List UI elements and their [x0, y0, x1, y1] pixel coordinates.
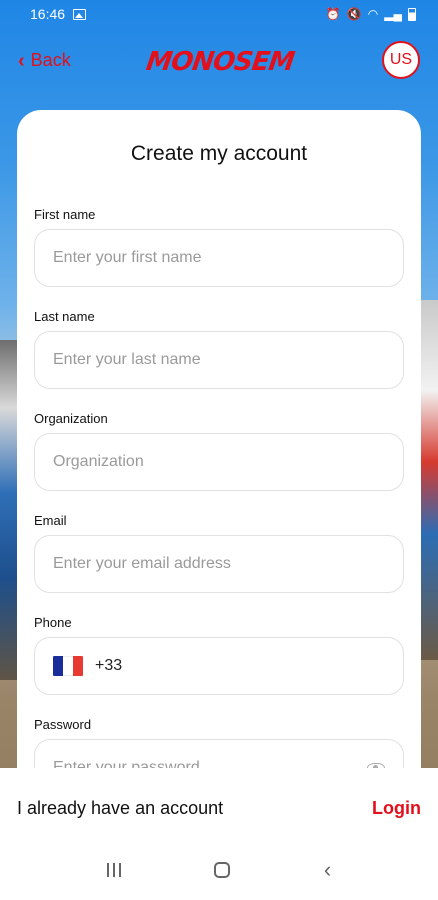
status-bar: 16:46 ⏰ 🔇 ◠ ▂▄: [0, 0, 438, 28]
phone-input[interactable]: +33: [34, 637, 404, 695]
recents-icon[interactable]: [106, 863, 121, 877]
first-name-input[interactable]: Enter your first name: [34, 229, 404, 287]
email-label: Email: [34, 513, 67, 528]
login-link[interactable]: Login: [372, 798, 421, 819]
first-name-label: First name: [34, 207, 96, 222]
first-name-group: First name Enter your first name: [34, 207, 404, 287]
email-group: Email Enter your email address: [34, 513, 404, 593]
alarm-icon: ⏰: [325, 7, 341, 21]
signup-card: Create my account First name Enter your …: [17, 110, 421, 810]
phone-label: Phone: [34, 615, 72, 630]
last-name-label: Last name: [34, 309, 95, 324]
last-name-input[interactable]: Enter your last name: [34, 331, 404, 389]
phone-prefix: +33: [95, 657, 123, 674]
organization-group: Organization Organization: [34, 411, 404, 491]
page-title: Create my account: [130, 142, 308, 165]
image-notification-icon: [73, 8, 87, 20]
back-nav-icon[interactable]: ‹: [324, 859, 331, 881]
france-flag-icon[interactable]: [53, 656, 83, 676]
chevron-left-icon: ‹: [18, 49, 25, 72]
organization-label: Organization: [34, 411, 108, 426]
language-button[interactable]: US: [382, 41, 420, 79]
phone-group: Phone +33: [34, 615, 404, 695]
battery-icon: [408, 7, 416, 21]
mute-icon: 🔇: [346, 7, 362, 21]
last-name-group: Last name Enter your last name: [34, 309, 404, 389]
back-label: Back: [30, 50, 71, 70]
back-button[interactable]: ‹ Back: [18, 50, 71, 71]
system-nav-bar: ‹: [0, 840, 438, 900]
footer-bar: I already have an account Login ‹: [0, 768, 438, 900]
organization-input[interactable]: Organization: [34, 433, 404, 491]
signal-icon: ▂▄: [384, 7, 402, 21]
password-label: Password: [34, 717, 92, 732]
home-icon[interactable]: [214, 862, 231, 878]
email-input[interactable]: Enter your email address: [34, 535, 404, 593]
status-time: 16:46: [30, 6, 66, 22]
app-header: ‹ Back MONOSEM US: [0, 38, 438, 86]
have-account-text: I already have an account: [17, 798, 224, 818]
wifi-icon: ◠: [367, 7, 379, 21]
brand-logo: MONOSEM: [144, 47, 296, 77]
